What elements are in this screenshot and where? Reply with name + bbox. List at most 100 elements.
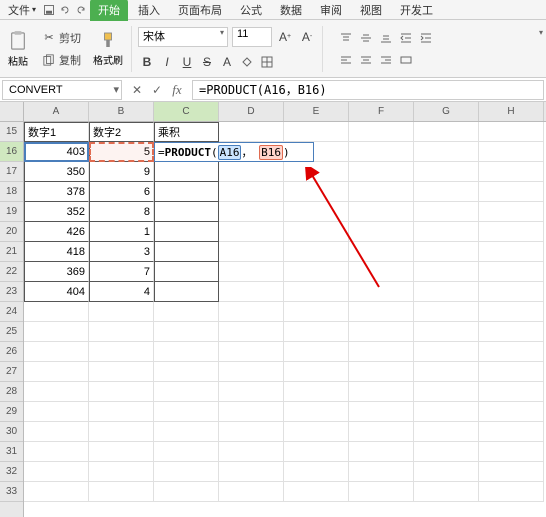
cell[interactable] <box>349 282 414 302</box>
column-header[interactable]: H <box>479 102 544 121</box>
cell[interactable] <box>349 182 414 202</box>
row-header[interactable]: 24 <box>0 302 23 322</box>
qat-redo-icon[interactable] <box>74 3 88 17</box>
cell[interactable] <box>219 462 284 482</box>
underline-button[interactable]: U <box>178 53 196 71</box>
row-header[interactable]: 22 <box>0 262 23 282</box>
cell[interactable] <box>154 242 219 262</box>
cell[interactable] <box>219 402 284 422</box>
cell[interactable] <box>479 282 544 302</box>
cell[interactable] <box>349 382 414 402</box>
cell[interactable] <box>24 482 89 502</box>
cell[interactable]: 7 <box>89 262 154 282</box>
column-header[interactable]: C <box>154 102 219 121</box>
cell[interactable] <box>349 402 414 422</box>
row-header[interactable]: 29 <box>0 402 23 422</box>
fill-color-button[interactable] <box>238 53 256 71</box>
tab-view[interactable]: 视图 <box>352 0 390 21</box>
cell[interactable] <box>479 402 544 422</box>
cell[interactable] <box>219 182 284 202</box>
cell[interactable] <box>479 162 544 182</box>
cell[interactable] <box>89 462 154 482</box>
cell[interactable] <box>414 182 479 202</box>
tab-insert[interactable]: 插入 <box>130 0 168 21</box>
cell[interactable] <box>349 482 414 502</box>
cell[interactable] <box>414 222 479 242</box>
cell[interactable] <box>284 182 349 202</box>
cell[interactable] <box>284 162 349 182</box>
cell[interactable]: 426 <box>24 222 89 242</box>
cell[interactable]: 418 <box>24 242 89 262</box>
cell[interactable]: 3 <box>89 242 154 262</box>
cell[interactable] <box>284 442 349 462</box>
column-header[interactable]: D <box>219 102 284 121</box>
cell[interactable] <box>219 422 284 442</box>
cell[interactable] <box>154 422 219 442</box>
cell[interactable] <box>284 302 349 322</box>
cell[interactable] <box>24 422 89 442</box>
cell[interactable] <box>479 342 544 362</box>
cell[interactable] <box>24 382 89 402</box>
cell[interactable] <box>349 422 414 442</box>
cell[interactable] <box>219 482 284 502</box>
qat-save-icon[interactable] <box>42 3 56 17</box>
cell[interactable] <box>154 302 219 322</box>
row-header[interactable]: 23 <box>0 282 23 302</box>
decrease-font-icon[interactable]: A- <box>298 28 316 46</box>
cell[interactable] <box>154 342 219 362</box>
cell[interactable] <box>479 362 544 382</box>
cell[interactable] <box>284 282 349 302</box>
align-right-icon[interactable] <box>377 51 395 69</box>
cell[interactable] <box>284 382 349 402</box>
editing-cell-c16[interactable]: =PRODUCT(A16， B16) <box>154 142 314 162</box>
cell[interactable] <box>414 382 479 402</box>
cell[interactable]: 352 <box>24 202 89 222</box>
cell[interactable] <box>479 322 544 342</box>
cell[interactable]: 369 <box>24 262 89 282</box>
column-header[interactable]: E <box>284 102 349 121</box>
cell[interactable]: 数字2 <box>89 122 154 142</box>
cell[interactable] <box>284 462 349 482</box>
row-header[interactable]: 20 <box>0 222 23 242</box>
cell[interactable] <box>154 282 219 302</box>
cell[interactable] <box>349 262 414 282</box>
cell[interactable] <box>414 162 479 182</box>
cell[interactable] <box>349 322 414 342</box>
cell[interactable] <box>89 342 154 362</box>
file-dropdown[interactable]: 文件 ▾ <box>4 0 40 20</box>
cell[interactable] <box>414 282 479 302</box>
cell[interactable] <box>284 422 349 442</box>
cell[interactable] <box>154 262 219 282</box>
formula-input[interactable]: =PRODUCT(A16，B16) <box>192 80 544 100</box>
cell[interactable] <box>24 342 89 362</box>
cell[interactable] <box>349 202 414 222</box>
border-button[interactable] <box>258 53 276 71</box>
cell[interactable] <box>284 322 349 342</box>
merge-cells-icon[interactable] <box>397 51 415 69</box>
align-middle-icon[interactable] <box>357 29 375 47</box>
font-name-select[interactable]: 宋体▾ <box>138 27 228 47</box>
row-header[interactable]: 32 <box>0 462 23 482</box>
cell[interactable] <box>414 122 479 142</box>
cell[interactable] <box>414 402 479 422</box>
cell[interactable] <box>284 242 349 262</box>
cell[interactable]: 1 <box>89 222 154 242</box>
cells-area[interactable]: 数字1 数字2 乘积 403 5 350 9 <box>24 122 546 502</box>
cell[interactable] <box>24 402 89 422</box>
cell[interactable]: 5 <box>89 142 154 162</box>
cell[interactable] <box>154 382 219 402</box>
cell[interactable] <box>219 242 284 262</box>
row-header[interactable]: 31 <box>0 442 23 462</box>
cell[interactable] <box>349 162 414 182</box>
cell[interactable] <box>219 122 284 142</box>
cell[interactable] <box>414 242 479 262</box>
row-header[interactable]: 33 <box>0 482 23 502</box>
cell[interactable] <box>154 322 219 342</box>
cell[interactable] <box>89 382 154 402</box>
tab-data[interactable]: 数据 <box>272 0 310 21</box>
qat-undo-icon[interactable] <box>58 3 72 17</box>
cell[interactable] <box>154 482 219 502</box>
font-size-select[interactable]: 11▾ <box>232 27 272 47</box>
row-header[interactable]: 26 <box>0 342 23 362</box>
cell[interactable] <box>219 322 284 342</box>
